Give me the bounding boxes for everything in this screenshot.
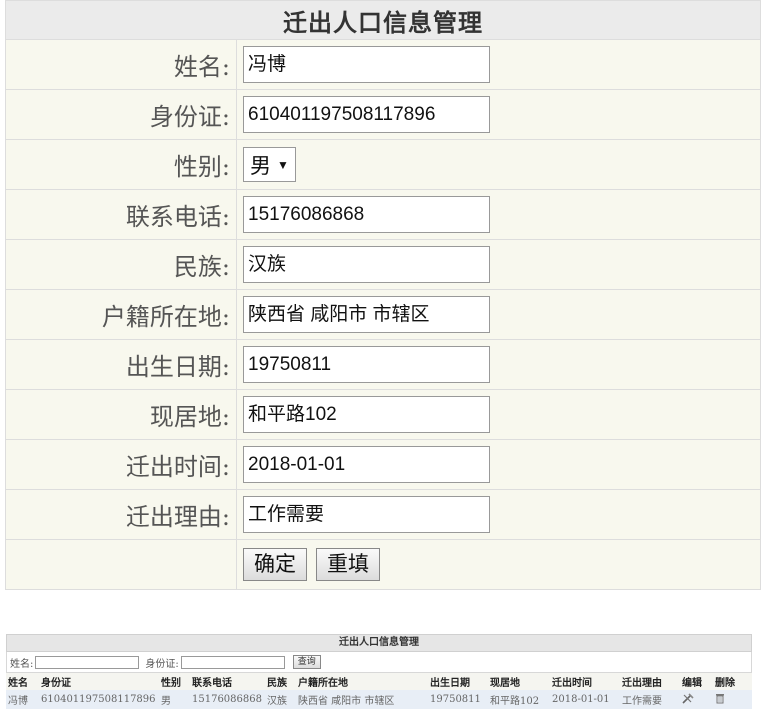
column-header: 编辑 (680, 673, 713, 690)
cell-edit (680, 690, 713, 709)
form-table: 迁出人口信息管理 姓名: 冯博 身份证: 610401197508117896 … (5, 0, 761, 590)
household-input[interactable]: 陕西省 咸阳市 市辖区 (243, 296, 490, 333)
search-bar: 姓名: 身份证: 查询 (6, 652, 752, 673)
id-card-value: 610401197508117896 (248, 104, 436, 125)
residence-label: 现居地: (5, 389, 237, 440)
migration-form: 迁出人口信息管理 姓名: 冯博 身份证: 610401197508117896 … (5, 0, 761, 590)
edit-icon[interactable] (682, 692, 694, 707)
gender-select[interactable]: 男 ▼ (243, 147, 296, 182)
ethnicity-label: 民族: (5, 239, 237, 290)
cell-gender: 男 (159, 690, 190, 709)
reset-button[interactable]: 重填 (316, 548, 380, 581)
birth-date-value: 19750811 (248, 354, 332, 375)
column-header: 出生日期 (428, 673, 488, 690)
column-header: 迁出理由 (620, 673, 680, 690)
birth-date-label: 出生日期: (5, 339, 237, 390)
column-header: 身份证 (39, 673, 159, 690)
confirm-button[interactable]: 确定 (243, 548, 307, 581)
table-row: 冯博 610401197508117896 男 15176086868 汉族 陕… (6, 690, 752, 709)
ethnicity-value: 汉族 (248, 254, 287, 275)
cell-reason: 工作需要 (620, 690, 680, 709)
table-header-row: 姓名 身份证 性别 联系电话 民族 户籍所在地 出生日期 现居地 迁出时间 迁出… (6, 673, 752, 690)
cell-birth: 19750811 (428, 690, 488, 709)
gender-label: 性别: (5, 139, 237, 190)
column-header: 联系电话 (190, 673, 265, 690)
move-out-reason-label: 迁出理由: (5, 489, 237, 540)
id-card-label: 身份证: (5, 89, 237, 140)
column-header: 性别 (159, 673, 190, 690)
search-name-input[interactable] (35, 655, 140, 669)
move-out-reason-value: 工作需要 (248, 504, 325, 525)
cell-delete (713, 690, 752, 709)
column-header: 现居地 (488, 673, 550, 690)
name-label: 姓名: (5, 39, 237, 90)
column-header: 删除 (713, 673, 752, 690)
cell-id: 610401197508117896 (39, 690, 159, 709)
search-name-label: 姓名: (10, 658, 34, 670)
move-out-time-input[interactable]: 2018-01-01 (243, 446, 490, 483)
ethnicity-input[interactable]: 汉族 (243, 246, 490, 283)
residence-input[interactable]: 和平路102 (243, 396, 490, 433)
column-header: 迁出时间 (550, 673, 620, 690)
column-header: 民族 (265, 673, 296, 690)
form-title: 迁出人口信息管理 (5, 0, 761, 40)
list-title: 迁出人口信息管理 (6, 634, 752, 652)
residence-value: 和平路102 (248, 404, 337, 425)
move-out-time-label: 迁出时间: (5, 439, 237, 490)
cell-phone: 15176086868 (190, 690, 265, 709)
name-value: 冯博 (248, 54, 287, 75)
move-out-reason-input[interactable]: 工作需要 (243, 496, 490, 533)
column-header: 户籍所在地 (296, 673, 428, 690)
search-id-label: 身份证: (145, 658, 179, 670)
gender-value: 男 (250, 154, 271, 178)
column-header: 姓名 (6, 673, 39, 690)
migration-list-panel: 迁出人口信息管理 姓名: 身份证: 查询 姓名 身份证 性别 联系电话 民族 户… (6, 634, 752, 709)
results-table: 姓名 身份证 性别 联系电话 民族 户籍所在地 出生日期 现居地 迁出时间 迁出… (6, 673, 752, 709)
trash-icon[interactable] (715, 693, 725, 707)
phone-input[interactable]: 15176086868 (243, 196, 490, 233)
id-card-input[interactable]: 610401197508117896 (243, 96, 490, 133)
move-out-time-value: 2018-01-01 (248, 454, 346, 475)
phone-label: 联系电话: (5, 189, 237, 240)
query-button[interactable]: 查询 (292, 655, 321, 669)
cell-residence: 和平路102 (488, 690, 550, 709)
cell-household: 陕西省 咸阳市 市辖区 (296, 690, 428, 709)
cell-name: 冯博 (6, 690, 39, 709)
household-label: 户籍所在地: (5, 289, 237, 340)
cell-ethnicity: 汉族 (265, 690, 296, 709)
household-value: 陕西省 咸阳市 市辖区 (248, 304, 430, 325)
birth-date-input[interactable]: 19750811 (243, 346, 490, 383)
search-id-input[interactable] (180, 655, 285, 669)
cell-move-time: 2018-01-01 (550, 690, 620, 709)
button-row-spacer (5, 539, 237, 590)
phone-value: 15176086868 (248, 204, 365, 225)
name-input[interactable]: 冯博 (243, 46, 490, 83)
dropdown-caret-icon: ▼ (277, 157, 289, 172)
